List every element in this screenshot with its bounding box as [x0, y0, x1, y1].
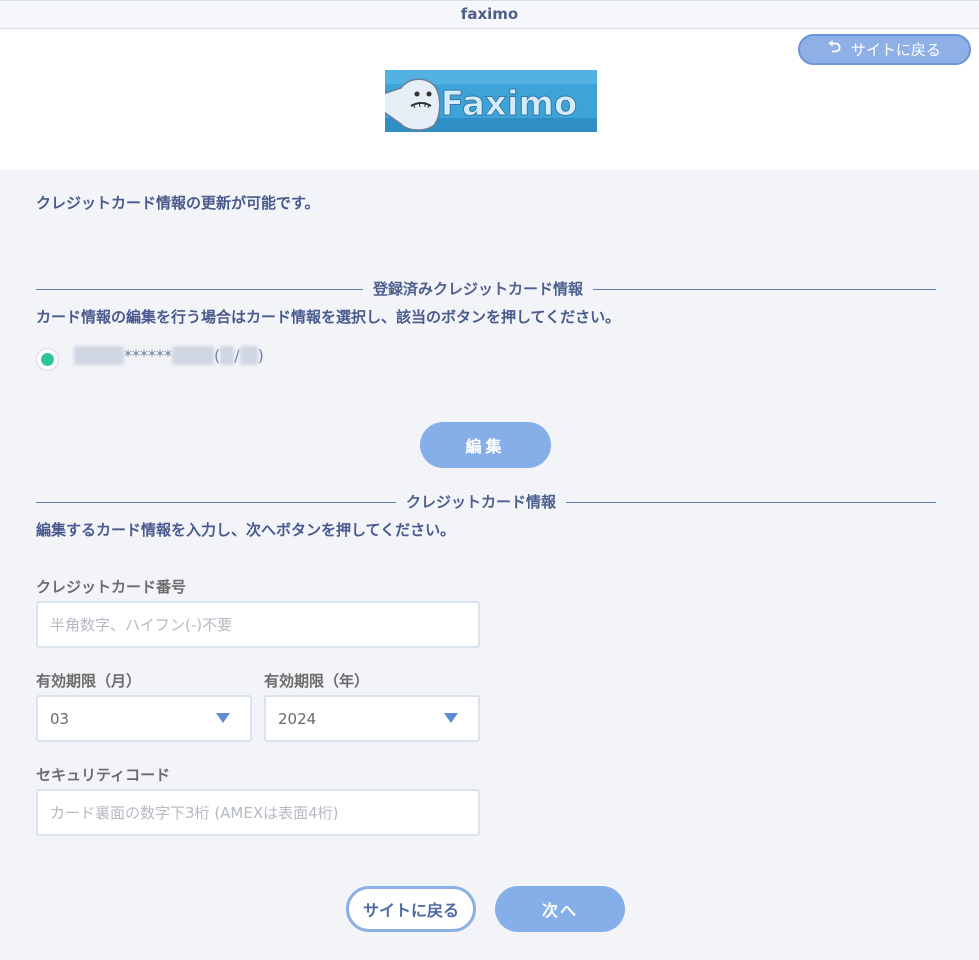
registered-description: カード情報の編集を行う場合はカード情報を選択し、該当のボタンを押してください。 — [36, 308, 621, 326]
registered-card-label[interactable]: ****** ( / ) — [74, 346, 264, 365]
security-code-placeholder: カード裏面の数字下3桁 (AMEXは表面4桁) — [50, 804, 339, 822]
window-title: faximo — [0, 0, 979, 29]
faximo-logo-graphic: Faximo — [385, 70, 597, 132]
expiry-year-value: 2024 — [278, 709, 317, 728]
expiry-month-value: 03 — [50, 709, 70, 728]
registered-section-title: 登録済みクレジットカード情報 — [363, 278, 594, 299]
expiry-year-label: 有効期限（年） — [264, 672, 370, 690]
card-number-input[interactable]: 半角数字、ハイフン(-)不要 — [36, 601, 480, 648]
next-button[interactable]: 次へ — [495, 886, 625, 932]
back-to-site-footer-button[interactable]: サイトに戻る — [346, 886, 476, 932]
security-code-input[interactable]: カード裏面の数字下3桁 (AMEXは表面4桁) — [36, 789, 480, 836]
expiry-month-select[interactable]: 03 — [36, 695, 252, 742]
registered-card-radio[interactable] — [36, 348, 59, 371]
back-to-site-button[interactable]: ⮌ サイトに戻る — [798, 34, 971, 65]
faximo-logo: Faximo — [385, 70, 597, 132]
expiry-month-label: 有効期限（月） — [36, 672, 142, 690]
chevron-down-icon — [216, 713, 230, 723]
return-arrow-icon: ⮌ — [828, 37, 841, 56]
new-card-section-title: クレジットカード情報 — [396, 491, 567, 512]
masked-card-suffix — [172, 346, 214, 365]
card-expiry-slash: / — [234, 346, 240, 365]
update-notice: クレジットカード情報の更新が可能です。 — [36, 194, 320, 212]
new-card-description: 編集するカード情報を入力し、次へボタンを押してください。 — [36, 521, 456, 539]
expiry-year-select[interactable]: 2024 — [264, 695, 480, 742]
header: ⮌ サイトに戻る Faximo — [0, 29, 979, 170]
masked-expiry-year — [239, 346, 258, 365]
edit-button[interactable]: 編集 — [420, 422, 551, 468]
logo-wordmark: Faximo — [441, 84, 578, 124]
card-paren-close: ) — [257, 346, 264, 365]
back-to-site-label: サイトに戻る — [850, 41, 941, 59]
masked-expiry-month — [220, 346, 235, 365]
card-mask: ****** — [124, 346, 172, 365]
radio-selected-dot — [41, 353, 54, 366]
security-code-label: セキュリティコード — [36, 766, 171, 784]
chevron-down-icon — [444, 713, 458, 723]
main-content: クレジットカード情報の更新が可能です。 登録済みクレジットカード情報 カード情報… — [0, 170, 979, 960]
masked-card-prefix — [74, 346, 124, 365]
card-number-placeholder: 半角数字、ハイフン(-)不要 — [50, 616, 233, 634]
card-number-label: クレジットカード番号 — [36, 578, 187, 596]
